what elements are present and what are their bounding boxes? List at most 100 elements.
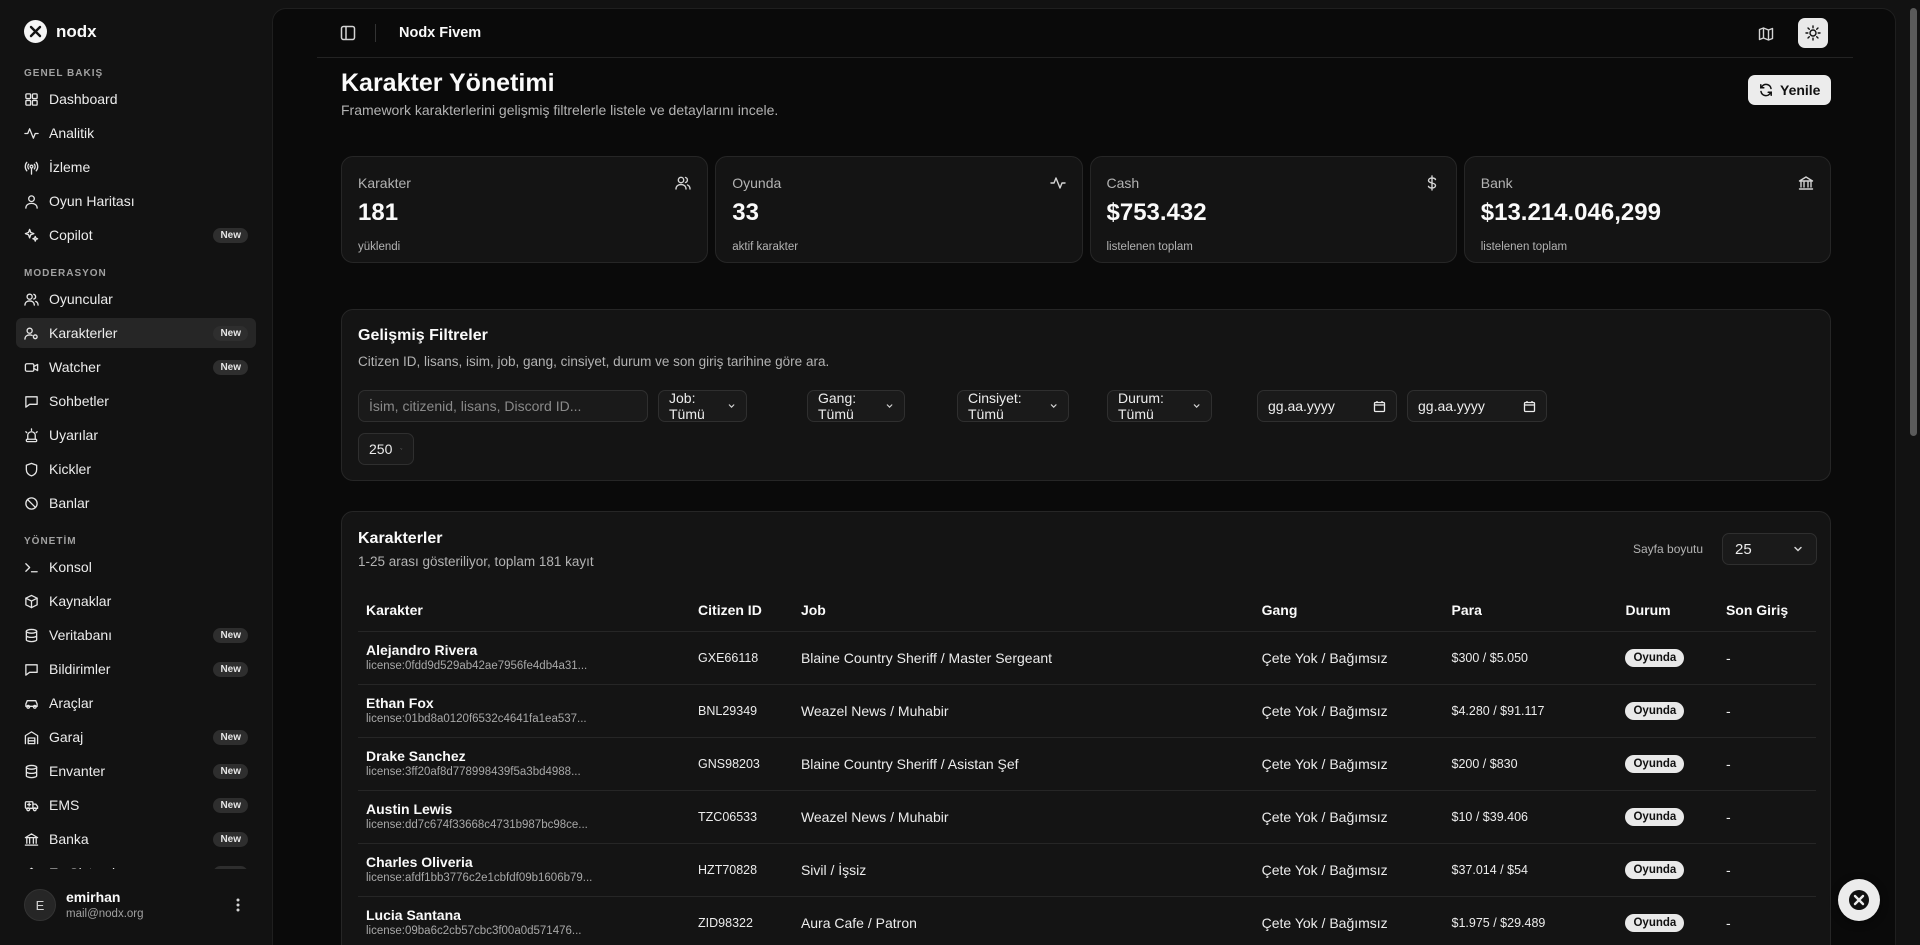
sidebar-item-ev-sistemi[interactable]: Ev Sistemi New	[16, 858, 256, 869]
sidebar-item-banka[interactable]: Banka New	[16, 824, 256, 854]
date-to-input[interactable]: gg.aa.yyyy	[1407, 390, 1547, 422]
limit-value: 250	[369, 441, 393, 457]
search-input[interactable]: İsim, citizenid, lisans, Discord ID...	[358, 390, 648, 422]
limit-select[interactable]: 250	[358, 433, 414, 465]
sidebar-item-watcher[interactable]: Watcher New	[16, 352, 256, 382]
assistant-fab-button[interactable]	[1838, 879, 1880, 921]
date-to-value: gg.aa.yyyy	[1418, 398, 1485, 414]
character-name[interactable]: Alejandro Rivera	[366, 642, 682, 659]
user-info: emirhan mail@nodx.org	[66, 889, 218, 921]
new-badge: New	[213, 359, 248, 375]
gang-filter-select[interactable]: Gang: Tümü	[807, 390, 905, 422]
cell-job: Weazel News / Muhabir	[792, 684, 1254, 738]
sidebar-item-i-zleme[interactable]: İzleme	[16, 152, 256, 182]
table-row[interactable]: Lucia Santana license:09ba6c2cb57cbc3f00a…	[358, 896, 1816, 945]
sidebar-item-banlar[interactable]: Banlar	[16, 488, 256, 518]
cell-character: Drake Sanchez license:3ff20af8d778998439f…	[358, 737, 691, 791]
cell-last-login: -	[1717, 896, 1816, 945]
sidebar-item-karakterler[interactable]: Karakterler New	[16, 318, 256, 348]
refresh-button[interactable]: Yenile	[1748, 75, 1832, 105]
character-name[interactable]: Ethan Fox	[366, 695, 682, 712]
cell-citizen-id: ZID98322	[690, 896, 793, 945]
table-header-row: Karakter Citizen ID Job Gang Para Durum Son Gi…	[358, 590, 1816, 632]
sidebar-item-oyun-haritasi[interactable]: Oyun Haritası	[16, 186, 256, 216]
sidebar-item-label: Oyuncular	[49, 291, 113, 307]
sidebar-item-label: Uyarılar	[49, 427, 99, 443]
sidebar-item-kickler[interactable]: Kickler	[16, 454, 256, 484]
more-vertical-icon[interactable]	[228, 898, 248, 912]
table-row[interactable]: Ethan Fox license:01bd8a0120f6532c4641fa1…	[358, 684, 1816, 738]
nodx-logo-icon	[24, 20, 47, 43]
new-badge: New	[213, 227, 248, 243]
new-badge: New	[213, 831, 248, 847]
column-header-son-giris[interactable]: Son Giriş	[1717, 590, 1816, 632]
theme-toggle-button[interactable]	[1798, 18, 1828, 48]
sidebar-item-sohbetler[interactable]: Sohbetler	[16, 386, 256, 416]
sidebar-item-konsol[interactable]: Konsol	[16, 552, 256, 582]
brand[interactable]: nodx	[24, 20, 97, 43]
character-name[interactable]: Charles Oliveria	[366, 854, 682, 871]
column-header-citizen-id[interactable]: Citizen ID	[690, 590, 793, 632]
table-row[interactable]: Austin Lewis license:dd7c674f33668c4731b9…	[358, 790, 1816, 844]
character-license: license:01bd8a0120f6532c4641fa1ea537...	[366, 713, 587, 725]
table-row[interactable]: Drake Sanchez license:3ff20af8d778998439f…	[358, 737, 1816, 791]
page-size-select[interactable]: 25	[1722, 533, 1817, 565]
sidebar-item-dashboard[interactable]: Dashboard	[16, 84, 256, 114]
sidebar-item-copilot[interactable]: Copilot New	[16, 220, 256, 250]
scrollbar-thumb[interactable]	[1910, 8, 1917, 436]
status-filter-select[interactable]: Durum: Tümü	[1107, 390, 1212, 422]
column-header-durum[interactable]: Durum	[1617, 590, 1718, 632]
sidebar-toggle-icon[interactable]	[339, 24, 357, 42]
column-header-gang[interactable]: Gang	[1253, 590, 1444, 632]
sidebar-item-analitik[interactable]: Analitik	[16, 118, 256, 148]
database-icon	[24, 628, 39, 643]
sidebar-item-label: Konsol	[49, 559, 92, 575]
sidebar-item-kaynaklar[interactable]: Kaynaklar	[16, 586, 256, 616]
sidebar-item-uyarilar[interactable]: Uyarılar	[16, 420, 256, 450]
new-badge: New	[213, 661, 248, 677]
cell-gang: Çete Yok / Bağımsız	[1253, 684, 1444, 738]
sidebar-item-envanter[interactable]: Envanter New	[16, 756, 256, 786]
column-header-para[interactable]: Para	[1443, 590, 1618, 632]
gender-filter-select[interactable]: Cinsiyet: Tümü	[957, 390, 1069, 422]
column-header-karakter[interactable]: Karakter	[358, 590, 691, 632]
sidebar-item-label: Kaynaklar	[49, 593, 112, 609]
ban-icon	[24, 496, 39, 511]
sidebar-item-veritabani[interactable]: Veritabanı New	[16, 620, 256, 650]
stat-footnote: listelenen toplam	[1480, 241, 1568, 253]
character-name[interactable]: Drake Sanchez	[366, 748, 682, 765]
table-row[interactable]: Alejandro Rivera license:0fdd9d529ab42ae7…	[358, 631, 1816, 685]
scrollbar[interactable]	[1906, 0, 1920, 945]
cell-character: Alejandro Rivera license:0fdd9d529ab42ae7…	[358, 631, 691, 685]
character-license: license:dd7c674f33668c4731b987bc98ce...	[366, 819, 588, 831]
sidebar-item-oyuncular[interactable]: Oyuncular	[16, 284, 256, 314]
nav-section-title: GENEL BAKIŞ	[24, 68, 104, 79]
sun-icon	[1805, 25, 1821, 41]
column-header-job[interactable]: Job	[792, 590, 1254, 632]
user-menu[interactable]: E emirhan mail@nodx.org	[16, 880, 256, 930]
table-row[interactable]: Charles Oliveria license:afdf1bb3776c2e1c…	[358, 843, 1816, 897]
character-name[interactable]: Austin Lewis	[366, 801, 682, 818]
sidebar-item-araclar[interactable]: Araçlar	[16, 688, 256, 718]
nav-group-gap	[16, 522, 256, 532]
sidebar-item-label: Veritabanı	[49, 627, 113, 643]
sidebar-item-ems[interactable]: EMS New	[16, 790, 256, 820]
character-license: license:0fdd9d529ab42ae7956fe4db4a31...	[366, 660, 588, 672]
sidebar-item-garaj[interactable]: Garaj New	[16, 722, 256, 752]
sidebar-item-label: Karakterler	[49, 325, 118, 341]
sidebar-item-bildirimler[interactable]: Bildirimler New	[16, 654, 256, 684]
map-icon[interactable]	[1757, 25, 1775, 43]
character-name[interactable]: Lucia Santana	[366, 907, 682, 924]
job-filter-select[interactable]: Job: Tümü	[658, 390, 747, 422]
stat-value: $753.432	[1106, 199, 1207, 226]
cell-character: Ethan Fox license:01bd8a0120f6532c4641fa1…	[358, 684, 691, 738]
sidebar-item-label: Kickler	[49, 461, 92, 477]
table-subtitle: 1-25 arası gösteriliyor, toplam 181 kayı…	[358, 554, 594, 569]
status-badge: Oyunda	[1625, 914, 1685, 932]
page-title: Karakter Yönetimi	[341, 69, 555, 97]
date-from-input[interactable]: gg.aa.yyyy	[1257, 390, 1397, 422]
bank-icon	[1798, 175, 1814, 191]
cell-gang: Çete Yok / Bağımsız	[1253, 737, 1444, 791]
chevron-down-icon	[400, 448, 403, 450]
users-icon	[24, 292, 39, 307]
